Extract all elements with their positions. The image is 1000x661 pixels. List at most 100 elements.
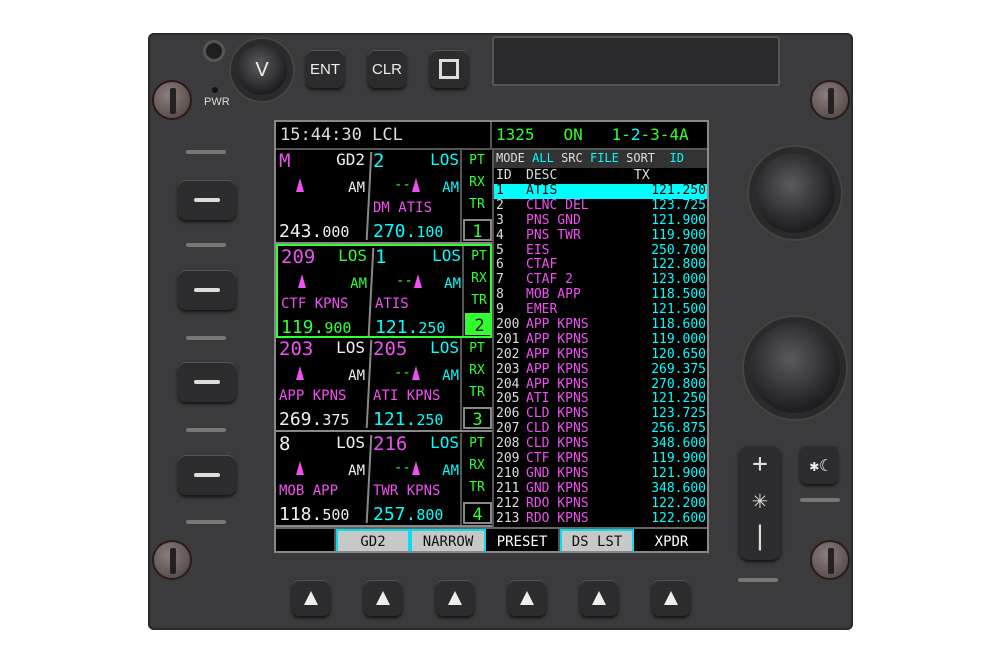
preset-left-channel[interactable]: M GD2 AM 243.000 bbox=[276, 150, 368, 242]
softkey-narrow[interactable]: NARROW bbox=[410, 529, 486, 551]
side-button-2[interactable] bbox=[178, 270, 236, 310]
list-row[interactable]: 3 PNS GND 121.900 bbox=[494, 213, 707, 229]
list-row[interactable]: 213 RDO KPNS 122.600 bbox=[494, 511, 707, 527]
row-id: 200 bbox=[496, 317, 520, 333]
row-desc: GND KPNS bbox=[526, 480, 589, 496]
row-tx: 123.000 bbox=[651, 272, 706, 288]
volume-power-knob[interactable]: V bbox=[237, 45, 287, 95]
list-row[interactable]: 1 ATIS 121.250 bbox=[494, 183, 707, 199]
preset-number[interactable]: 1 bbox=[463, 219, 492, 242]
list-row[interactable]: 209 CTF KPNS 119.900 bbox=[494, 451, 707, 467]
preset-right-channel[interactable]: 205 LOS -- AM ATI KPNS 121.250 bbox=[370, 338, 462, 430]
modulation: AM bbox=[444, 276, 461, 293]
power-led bbox=[212, 87, 218, 93]
src-value[interactable]: FILE bbox=[590, 151, 619, 165]
mode-value[interactable]: ALL bbox=[532, 151, 554, 165]
modulation: AM bbox=[348, 368, 365, 385]
bottom-softkey-button-4[interactable] bbox=[508, 580, 546, 616]
preset-right-channel[interactable]: 2 LOS -- AM DM ATIS 270.100 bbox=[370, 150, 462, 242]
preset-1[interactable]: M GD2 AM 243.000 2 LOS -- AM DM ATIS 270… bbox=[276, 150, 492, 244]
preset-number[interactable]: 2 bbox=[465, 313, 494, 336]
side-button-1[interactable] bbox=[178, 180, 236, 220]
freq-dec: 000 bbox=[322, 223, 350, 241]
upper-tuning-knob[interactable] bbox=[755, 153, 835, 233]
list-row[interactable]: 204 APP KPNS 270.800 bbox=[494, 376, 707, 393]
preset-3[interactable]: 203 LOS AM APP KPNS 269.375 205 LOS -- A… bbox=[276, 338, 492, 433]
list-row[interactable]: 206 CLD KPNS 123.725 bbox=[494, 406, 707, 422]
list-row[interactable]: 200 APP KPNS 118.600 bbox=[494, 317, 707, 333]
preset-mode-column: PT RX TR 4 bbox=[460, 432, 492, 525]
list-row[interactable]: 6 CTAF 122.800 bbox=[494, 258, 707, 273]
list-row[interactable]: 7 CTAF 2 123.000 bbox=[494, 272, 707, 288]
side-button-4[interactable] bbox=[178, 455, 236, 495]
list-row[interactable]: 211 GND KPNS 348.600 bbox=[494, 480, 707, 497]
list-row[interactable]: 210 GND KPNS 121.900 bbox=[494, 466, 707, 482]
freq-dec: 500 bbox=[322, 505, 350, 524]
list-row[interactable]: 207 CLD KPNS 256.875 bbox=[494, 421, 707, 437]
list-row[interactable]: 2 CLNC DEL 123.725 bbox=[494, 197, 707, 214]
sequence-b: 2 bbox=[630, 125, 641, 144]
list-row[interactable]: 203 APP KPNS 269.375 bbox=[494, 361, 707, 378]
preset-right-channel[interactable]: 216 LOS -- AM TWR KPNS 257.800 bbox=[370, 433, 462, 525]
transponder-state: ON bbox=[563, 125, 583, 144]
bottom-softkey-button-5[interactable] bbox=[580, 580, 618, 616]
list-row[interactable]: 208 CLD KPNS 348.600 bbox=[494, 436, 707, 452]
preset-left-channel[interactable]: 8 LOS AM MOB APP 118.500 bbox=[276, 433, 368, 525]
divider bbox=[186, 520, 226, 524]
sort-value[interactable]: ID bbox=[669, 151, 683, 165]
channel-id: 216 bbox=[373, 432, 408, 455]
channel-desc: ATI KPNS bbox=[373, 388, 441, 405]
bottom-softkey-button-2[interactable] bbox=[364, 580, 402, 616]
row-desc: APP KPNS bbox=[526, 317, 589, 333]
day-night-button[interactable]: ✱☾ bbox=[800, 446, 838, 484]
arrow-icon bbox=[296, 460, 304, 475]
channel-mode: LOS bbox=[430, 432, 459, 452]
channel-frequency: 269.375 bbox=[279, 409, 349, 430]
brightness-rocker[interactable]: + ✳ | bbox=[739, 446, 781, 560]
brightness-icon: ✳ bbox=[752, 485, 768, 515]
softkey-preset[interactable]: PRESET bbox=[486, 529, 560, 551]
list-row[interactable]: 201 APP KPNS 119.000 bbox=[494, 331, 707, 348]
square-button[interactable] bbox=[430, 50, 468, 88]
row-tx: 270.800 bbox=[651, 376, 706, 392]
preset-2[interactable]: 209 LOS AM CTF KPNS 119.900 1 LOS -- AM … bbox=[276, 244, 494, 339]
ent-button[interactable]: ENT bbox=[306, 50, 344, 88]
bottom-softkey-button-1[interactable] bbox=[292, 580, 330, 616]
preset-left-channel[interactable]: 209 LOS AM CTF KPNS 119.900 bbox=[278, 246, 370, 338]
list-row[interactable]: 202 APP KPNS 120.650 bbox=[494, 347, 707, 363]
row-id: 2 bbox=[496, 197, 504, 213]
side-button-3[interactable] bbox=[178, 362, 236, 402]
header-desc: DESC bbox=[526, 168, 558, 183]
list-row[interactable]: 5 EIS 250.700 bbox=[494, 242, 707, 259]
preset-right-channel[interactable]: 1 LOS -- AM ATIS 121.250 bbox=[372, 246, 464, 338]
softkey-blank[interactable] bbox=[276, 529, 336, 551]
bottom-softkey-button-3[interactable] bbox=[436, 580, 474, 616]
list-row[interactable]: 212 RDO KPNS 122.200 bbox=[494, 496, 707, 512]
row-id: 5 bbox=[496, 242, 504, 258]
clr-button[interactable]: CLR bbox=[368, 50, 406, 88]
divider bbox=[186, 243, 226, 247]
softkey-xpdr[interactable]: XPDR bbox=[634, 529, 707, 551]
row-desc: MOB APP bbox=[526, 287, 581, 303]
softkey-gd2[interactable]: GD2 bbox=[336, 529, 410, 551]
list-row[interactable]: 9 EMER 121.500 bbox=[494, 302, 707, 318]
preset-number[interactable]: 3 bbox=[463, 407, 492, 430]
preset-4[interactable]: 8 LOS AM MOB APP 118.500 216 LOS -- AM T… bbox=[276, 432, 492, 527]
arrow-icon bbox=[412, 366, 420, 381]
freq-dec: 100 bbox=[416, 223, 444, 241]
lower-tuning-knob[interactable] bbox=[750, 323, 840, 413]
preset-number[interactable]: 4 bbox=[463, 501, 492, 525]
row-tx: 119.000 bbox=[651, 331, 706, 347]
row-tx: 269.375 bbox=[651, 361, 706, 377]
list-row[interactable]: 8 MOB APP 118.500 bbox=[494, 287, 707, 303]
channel-frequency: 243.000 bbox=[279, 221, 349, 242]
divider bbox=[738, 578, 778, 582]
up-triangle-icon bbox=[304, 591, 318, 605]
row-tx: 123.725 bbox=[651, 197, 706, 213]
list-row[interactable]: 4 PNS TWR 119.900 bbox=[494, 228, 707, 244]
row-desc: ATIS bbox=[526, 183, 558, 198]
list-row[interactable]: 205 ATI KPNS 121.250 bbox=[494, 392, 707, 407]
bottom-softkey-button-6[interactable] bbox=[652, 580, 690, 616]
softkey-ds-lst[interactable]: DS LST bbox=[560, 529, 634, 551]
preset-left-channel[interactable]: 203 LOS AM APP KPNS 269.375 bbox=[276, 338, 368, 430]
